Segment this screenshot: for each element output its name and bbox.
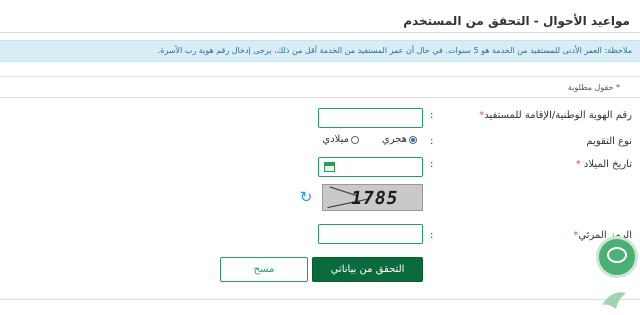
required-fields-box: * حقول مطلوبة [0, 76, 640, 98]
dob-input[interactable] [318, 157, 423, 177]
clear-button[interactable]: مسح [220, 257, 308, 282]
dob-label-text: تاريخ الميلاد [583, 159, 632, 170]
id-number-input[interactable] [318, 108, 423, 128]
code-colon: : [430, 230, 434, 241]
dob-required-star: * [575, 159, 581, 170]
required-fields-text: * حقول مطلوبة [567, 83, 620, 92]
dob-label: تاريخ الميلاد * [576, 159, 632, 170]
logo-leaf [602, 292, 626, 309]
id-colon: : [430, 110, 434, 121]
radio-hijri[interactable]: هجري [382, 134, 417, 145]
refresh-icon[interactable]: ↻ [298, 189, 314, 205]
visual-code-input[interactable] [318, 224, 423, 244]
verify-button[interactable]: التحقق من بياناتي [312, 257, 423, 282]
dob-colon: : [430, 159, 434, 170]
calendar-type-colon: : [430, 136, 434, 147]
calendar-type-label: نوع التقويم [586, 136, 632, 147]
age-note-text: ملاحظة: العمر الأدنى للمستفيد من الخدمة … [157, 46, 632, 55]
bottom-divider [0, 299, 640, 300]
id-label: رقم الهوية الوطنية/الإقامة للمستفيد* [479, 110, 632, 121]
radio-hijri-dot[interactable] [409, 135, 417, 144]
id-label-text: رقم الهوية الوطنية/الإقامة للمستفيد [484, 110, 632, 121]
title-divider [0, 32, 640, 33]
age-note-bar: ملاحظة: العمر الأدنى للمستفيد من الخدمة … [0, 40, 640, 62]
captcha-text: 1785 [349, 188, 401, 209]
captcha-image: 1785 [322, 184, 423, 211]
radio-hijri-label: هجري [381, 134, 407, 145]
radio-gregorian-dot[interactable] [351, 135, 359, 144]
chat-bubble-shape [607, 247, 627, 263]
calendar-icon[interactable] [324, 162, 335, 172]
radio-gregorian-label: ميلادي [322, 134, 349, 145]
page-title: مواعيد الأحوال - التحقق من المستخدم [403, 14, 630, 28]
chat-icon[interactable] [596, 236, 638, 278]
logo-mark-icon [602, 292, 626, 309]
radio-gregorian[interactable]: ميلادي [322, 134, 359, 145]
